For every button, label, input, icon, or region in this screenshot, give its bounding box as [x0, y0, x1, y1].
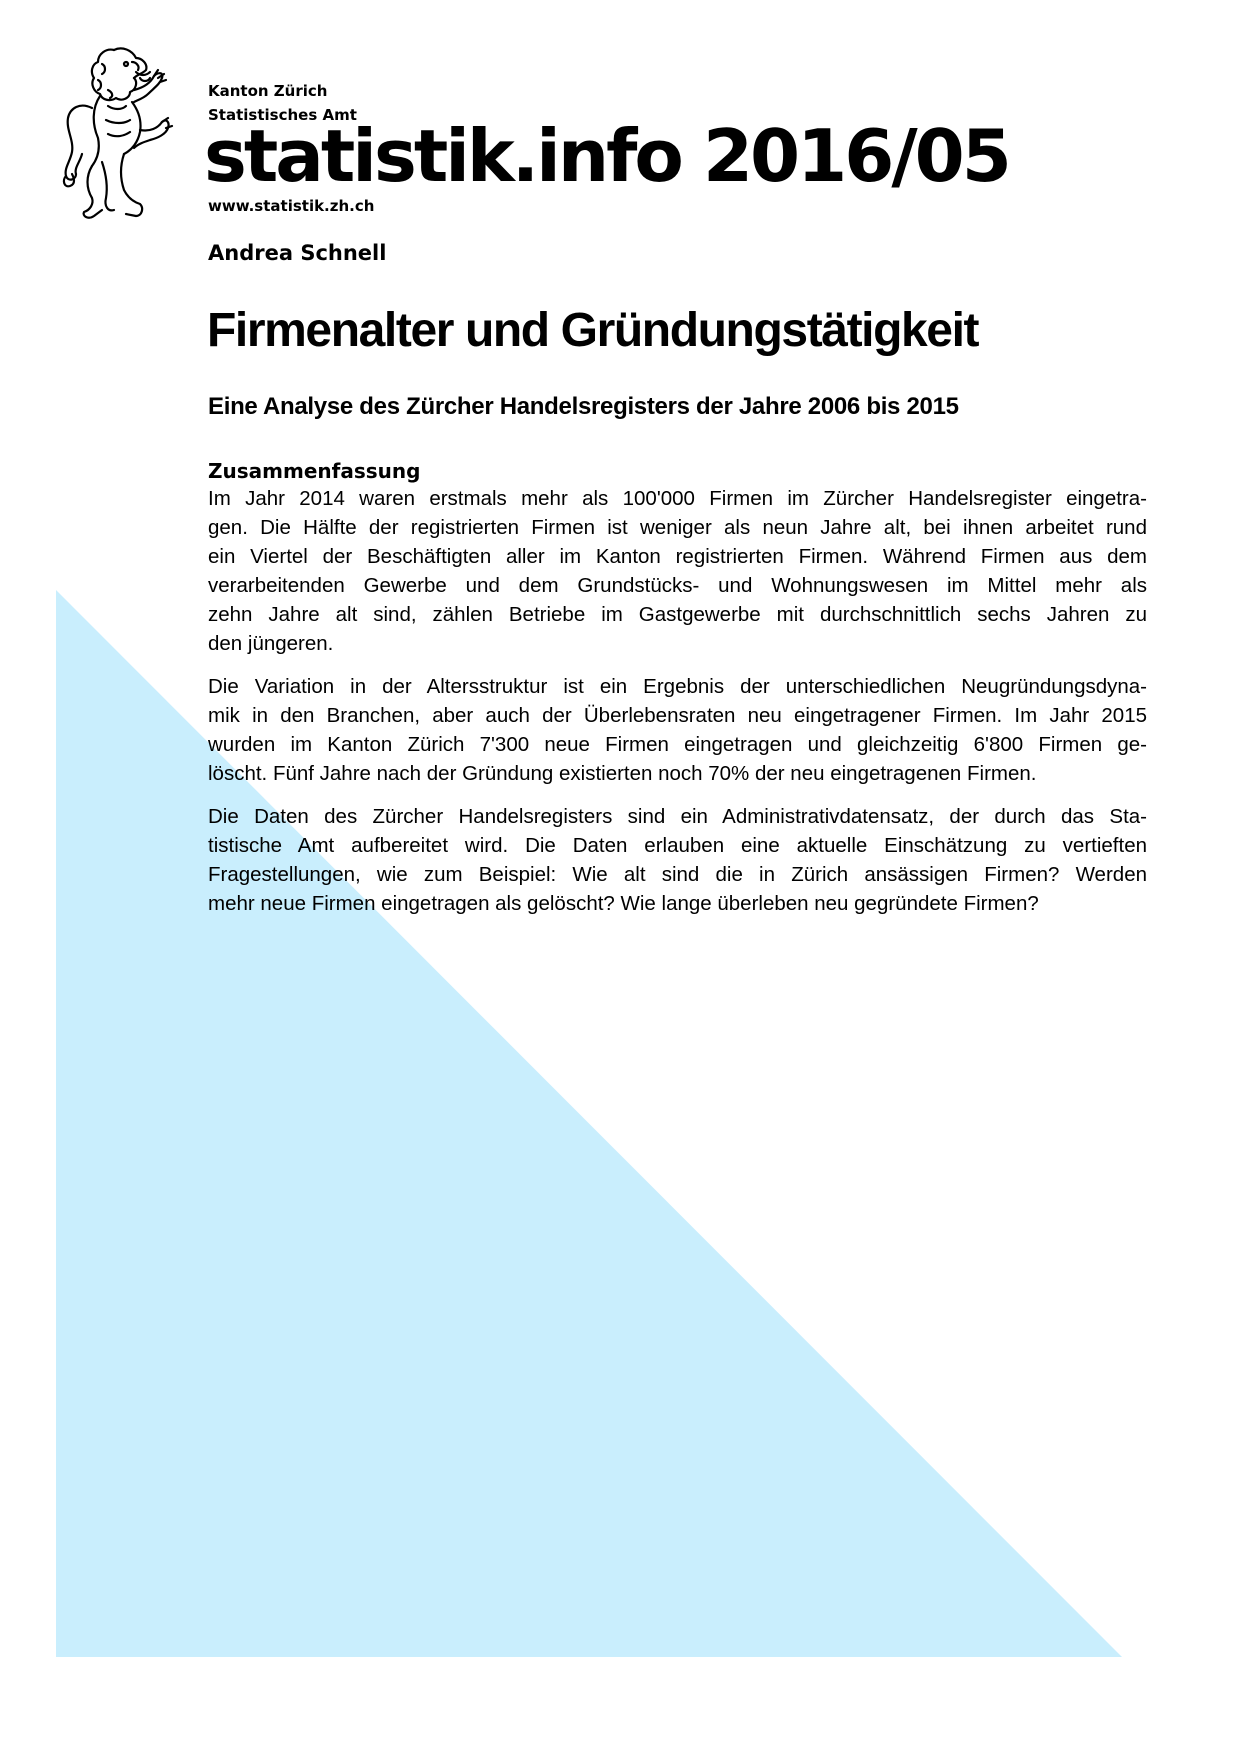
author-name: Andrea Schnell [208, 241, 387, 265]
paragraph-line: mehr neue Firmen eingetragen als gelösch… [208, 892, 1039, 915]
paragraph-line: verarbeitenden Gewerbe und dem Grundstüc… [208, 574, 1147, 597]
zurich-lion-icon [62, 47, 174, 219]
org-name: Kanton Zürich [208, 82, 328, 100]
summary-paragraph: Die Variation in der Altersstruktur ist … [208, 672, 1147, 788]
website-link[interactable]: www.statistik.zh.ch [208, 196, 374, 216]
paragraph-line: zehn Jahre alt sind, zählen Betriebe im … [208, 603, 1147, 626]
document-subtitle: Eine Analyse des Zürcher Handelsregister… [208, 393, 959, 420]
paragraph-line: wurden im Kanton Zürich 7'300 neue Firme… [208, 733, 1147, 756]
paragraph-line: den jüngeren. [208, 632, 334, 655]
paragraph-line: Die Daten des Zürcher Handelsregisters s… [208, 805, 1147, 828]
paragraph-line: gen. Die Hälfte der registrierten Firmen… [208, 516, 1147, 539]
paragraph-line: Im Jahr 2014 waren erstmals mehr als 100… [208, 487, 1147, 510]
summary-heading: Zusammenfassung [208, 459, 421, 483]
summary-paragraph: Die Daten des Zürcher Handelsregisters s… [208, 802, 1147, 918]
document-title: Firmenalter und Gründungstätigkeit [207, 304, 980, 357]
paragraph-line: mik in den Branchen, aber auch der Überl… [208, 704, 1147, 727]
publication-brand: statistik.info 2016/05 [204, 114, 1012, 198]
paragraph-line: Fragestellungen, wie zum Beispiel: Wie a… [208, 863, 1147, 886]
paragraph-line: Die Variation in der Altersstruktur ist … [208, 675, 1147, 698]
paragraph-line: löscht. Fünf Jahre nach der Gründung exi… [208, 762, 1037, 785]
summary-paragraph: Im Jahr 2014 waren erstmals mehr als 100… [208, 484, 1147, 658]
paragraph-line: ein Viertel der Beschäftigten aller im K… [208, 545, 1147, 568]
summary-section: Zusammenfassung Im Jahr 2014 waren erstm… [208, 458, 1147, 932]
paragraph-line: tistische Amt aufbereitet wird. Die Date… [208, 834, 1147, 857]
